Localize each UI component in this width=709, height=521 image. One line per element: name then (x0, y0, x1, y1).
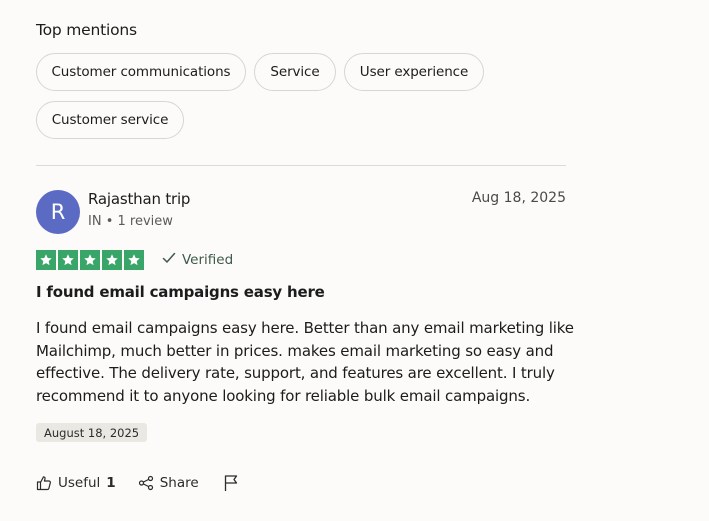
top-mentions-title: Top mentions (36, 21, 137, 39)
experience-date-badge: August 18, 2025 (36, 423, 148, 442)
author-name[interactable]: Rajasthan trip (88, 190, 190, 208)
mention-chip-customer-communications[interactable]: Customer communications (36, 53, 246, 91)
useful-label: Useful (58, 475, 101, 491)
check-icon (162, 252, 176, 268)
section-divider (36, 165, 566, 166)
flag-icon (223, 474, 239, 492)
mention-chip-customer-service[interactable]: Customer service (36, 101, 184, 139)
star-icon (102, 250, 122, 270)
share-button[interactable]: Share (138, 475, 199, 491)
star-rating (36, 250, 144, 270)
report-flag-button[interactable] (223, 474, 239, 492)
star-icon (80, 250, 100, 270)
verified-badge[interactable]: Verified (162, 250, 233, 270)
review-body: I found email campaigns easy here. Bette… (36, 319, 574, 405)
star-icon (124, 250, 144, 270)
author-meta: IN • 1 review (88, 214, 173, 229)
mention-chip-service[interactable]: Service (254, 53, 336, 91)
share-label: Share (159, 475, 199, 491)
thumbs-up-icon (36, 475, 52, 491)
share-icon (138, 475, 154, 491)
useful-count: 1 (106, 475, 116, 491)
verified-label: Verified (182, 252, 234, 268)
mention-chip-user-experience[interactable]: User experience (344, 53, 484, 91)
useful-button[interactable]: Useful 1 (36, 475, 116, 491)
star-icon (58, 250, 78, 270)
star-icon (36, 250, 56, 270)
review-title[interactable]: I found email campaigns easy here (36, 283, 325, 301)
review-actions: Useful 1 Share (36, 473, 239, 493)
review-date: Aug 18, 2025 (471, 190, 566, 206)
avatar[interactable]: R (36, 190, 80, 234)
